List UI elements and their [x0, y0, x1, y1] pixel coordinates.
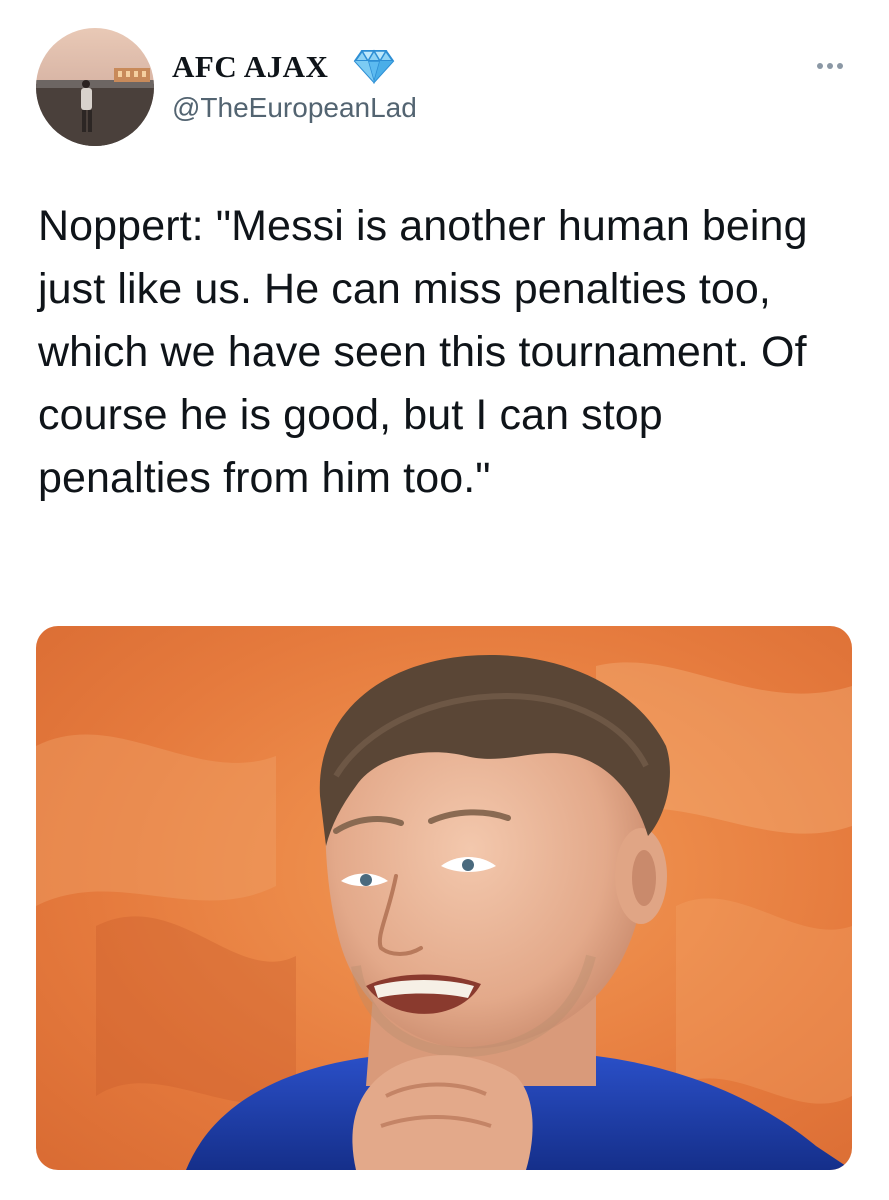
author-avatar[interactable] — [36, 28, 154, 146]
blue-diamond-icon — [353, 48, 395, 85]
tweet: AFC AJAX @TheEuropeanLad Noppert: "Messi… — [0, 0, 889, 1200]
tweet-text: Noppert: "Messi is another human being j… — [38, 202, 808, 502]
ellipsis-dot — [837, 63, 843, 69]
author-handle[interactable]: @TheEuropeanLad — [172, 90, 417, 126]
avatar-image — [36, 28, 154, 146]
author-display-name[interactable]: AFC AJAX — [172, 48, 328, 86]
press-conference-photo — [36, 626, 852, 1170]
tweet-media-photo[interactable] — [36, 626, 852, 1170]
ellipsis-icon — [817, 63, 823, 69]
more-options-button[interactable] — [806, 52, 854, 80]
ellipsis-dot — [827, 63, 833, 69]
